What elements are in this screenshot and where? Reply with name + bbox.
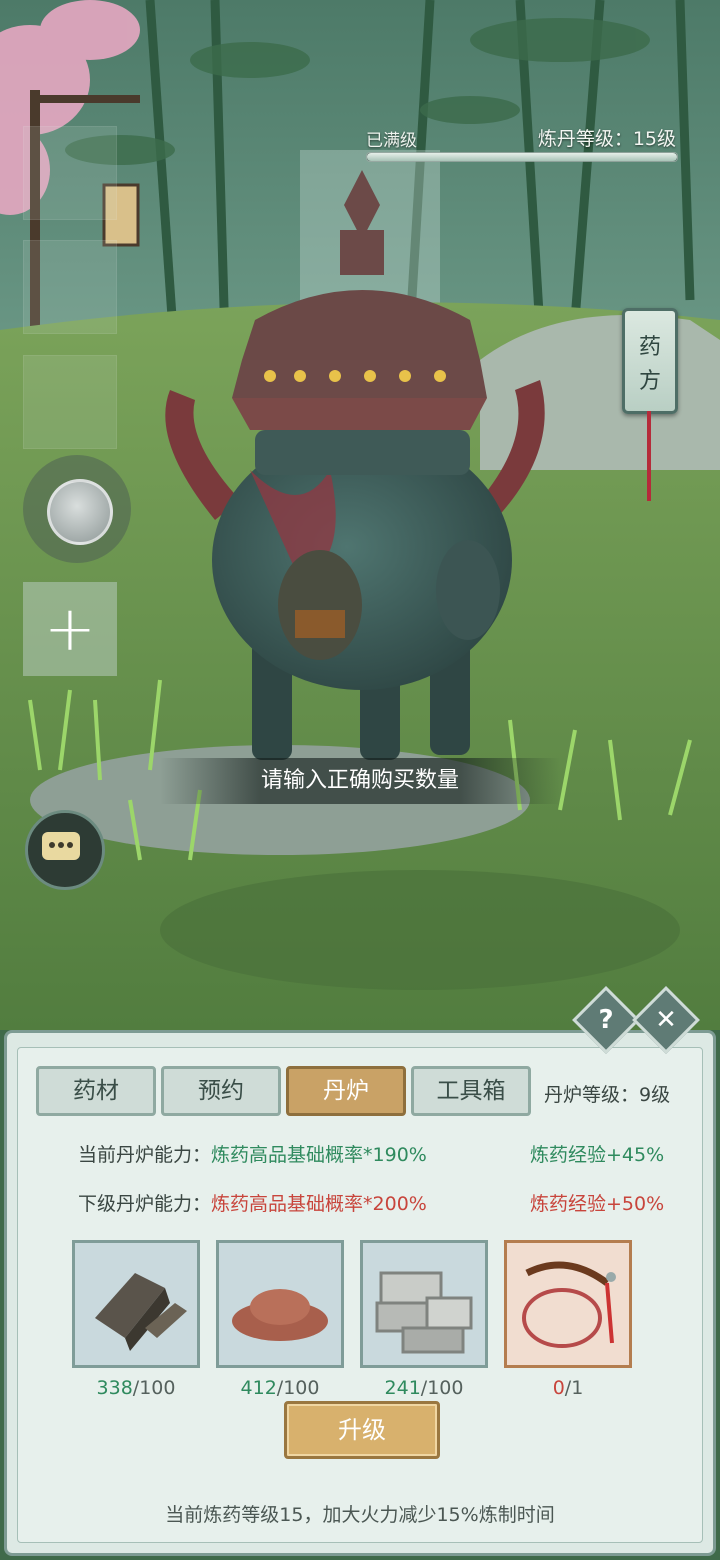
- material-count-iron: 338/100: [75, 1377, 197, 1399]
- current-ability-rate: 炼药高品基础概率*190%: [211, 1144, 427, 1166]
- iron-ingot-icon: [95, 1273, 187, 1351]
- recipe-label-2: 方: [638, 369, 661, 394]
- material-have: 412: [240, 1377, 277, 1399]
- quick-slot-3[interactable]: [23, 355, 117, 449]
- material-slot-stone[interactable]: 241/100: [360, 1240, 488, 1399]
- tassel-decoration: [647, 411, 651, 501]
- next-ability-exp-row: 炼药经验+50%: [530, 1189, 664, 1216]
- recipe-label-1: 药: [638, 335, 661, 360]
- quick-slot-2[interactable]: [23, 240, 117, 334]
- red-soil-icon: [232, 1289, 328, 1341]
- recipe-button[interactable]: 药 方: [622, 308, 678, 501]
- material-have: 338: [96, 1377, 133, 1399]
- material-slot-whip[interactable]: 0/1: [504, 1240, 632, 1399]
- footer-note: 当前炼药等级15，加大火力减少15%炼制时间: [165, 1504, 555, 1526]
- material-need: /100: [276, 1377, 320, 1399]
- material-slot-soil[interactable]: 412/100: [216, 1240, 344, 1399]
- chat-bubble-icon: [42, 832, 80, 860]
- level-progress-fill: [367, 153, 677, 161]
- joystick[interactable]: [23, 455, 131, 563]
- material-have: 241: [384, 1377, 421, 1399]
- chat-button[interactable]: [25, 810, 105, 890]
- furnace-level-label: 丹炉等级：9级: [544, 1084, 671, 1106]
- level-progress-track: [366, 152, 678, 162]
- question-icon: ?: [598, 1005, 614, 1035]
- max-level-label: 已满级: [366, 131, 417, 151]
- material-count-stone: 241/100: [363, 1377, 485, 1399]
- current-ability-label: 当前丹炉能力：: [78, 1144, 212, 1166]
- close-icon: ✕: [655, 1005, 677, 1035]
- material-count-whip: 0/1: [507, 1377, 629, 1399]
- current-ability-exp-row: 炼药经验+45%: [530, 1140, 664, 1167]
- material-need: /100: [132, 1377, 176, 1399]
- alchemy-level-bar: 已满级 炼丹等级：15级: [362, 122, 680, 164]
- material-slot-iron[interactable]: 338/100: [72, 1240, 200, 1399]
- tab-toolbox[interactable]: 工具箱: [411, 1066, 531, 1116]
- whip-icon: [507, 1243, 629, 1365]
- material-need: /100: [420, 1377, 464, 1399]
- tab-herbs[interactable]: 药材: [36, 1066, 156, 1116]
- material-need: /1: [564, 1377, 584, 1399]
- alchemy-level-label: 炼丹等级：15级: [537, 128, 676, 150]
- current-ability-row: 当前丹炉能力：炼药高品基础概率*190%: [78, 1140, 427, 1167]
- next-ability-exp: 炼药经验+50%: [530, 1193, 665, 1215]
- material-count-soil: 412/100: [219, 1377, 341, 1399]
- add-slot-button[interactable]: +: [23, 582, 117, 676]
- toast-message: 请输入正确购买数量: [160, 758, 560, 804]
- next-ability-row: 下级丹炉能力：炼药高品基础概率*200%: [78, 1189, 427, 1216]
- tab-furnace[interactable]: 丹炉: [286, 1066, 406, 1116]
- tab-reservation[interactable]: 预约: [161, 1066, 281, 1116]
- plus-icon: +: [44, 592, 96, 665]
- upgrade-button[interactable]: 升级: [284, 1401, 440, 1459]
- material-have: 0: [552, 1377, 565, 1399]
- next-ability-label: 下级丹炉能力：: [78, 1193, 212, 1215]
- current-ability-exp: 炼药经验+45%: [530, 1144, 665, 1166]
- next-ability-rate: 炼药高品基础概率*200%: [211, 1193, 427, 1215]
- quick-slot-1[interactable]: [23, 126, 117, 220]
- stone-brick-icon: [375, 1271, 473, 1354]
- joystick-knob[interactable]: [47, 479, 113, 545]
